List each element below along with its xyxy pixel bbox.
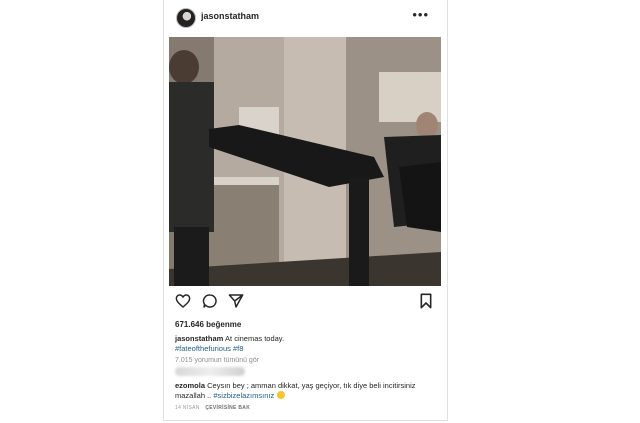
like-count[interactable]: 671.646 beğenme (175, 320, 241, 329)
view-all-comments-link[interactable]: 7.015 yorumun tümünü gör (175, 357, 259, 364)
caption-text: At cinemas today. (225, 334, 285, 343)
smile-emoji-icon (277, 391, 286, 399)
instagram-post-card: jasonstatham ••• 671.646 beğenme jasonst… (163, 0, 448, 421)
post-footer: 14 NİSAN ÇEVİRİSİNE BAK (175, 405, 250, 411)
action-bar (164, 291, 447, 313)
photo-scene (169, 37, 441, 286)
comment-icon[interactable] (202, 293, 218, 309)
comment-username[interactable]: ezomola (175, 381, 205, 390)
comment-hashtag[interactable]: #sizbizelazımsınız (213, 391, 274, 400)
heart-icon[interactable] (175, 293, 191, 309)
avatar[interactable] (176, 8, 196, 28)
post-username[interactable]: jasonstatham (201, 11, 259, 21)
post-date: 14 NİSAN (175, 405, 200, 411)
comment: ezomola Ceysın bey ; amman dikkat, yaş g… (175, 381, 437, 401)
translate-link[interactable]: ÇEVİRİSİNE BAK (205, 405, 250, 411)
share-icon[interactable] (228, 293, 244, 309)
bookmark-icon[interactable] (419, 293, 433, 309)
caption-username[interactable]: jasonstatham (175, 334, 223, 343)
blurred-comment (175, 367, 245, 376)
post-photo[interactable] (169, 37, 441, 286)
caption: jasonstatham At cinemas today. (175, 334, 435, 344)
more-options-icon[interactable]: ••• (412, 7, 429, 22)
caption-hashtags[interactable]: #fateofthefurious #f8 (175, 344, 243, 353)
post-header: jasonstatham ••• (164, 0, 447, 36)
comment-text: Ceysın bey ; amman dikkat, yaş geçiyor, … (175, 381, 416, 400)
